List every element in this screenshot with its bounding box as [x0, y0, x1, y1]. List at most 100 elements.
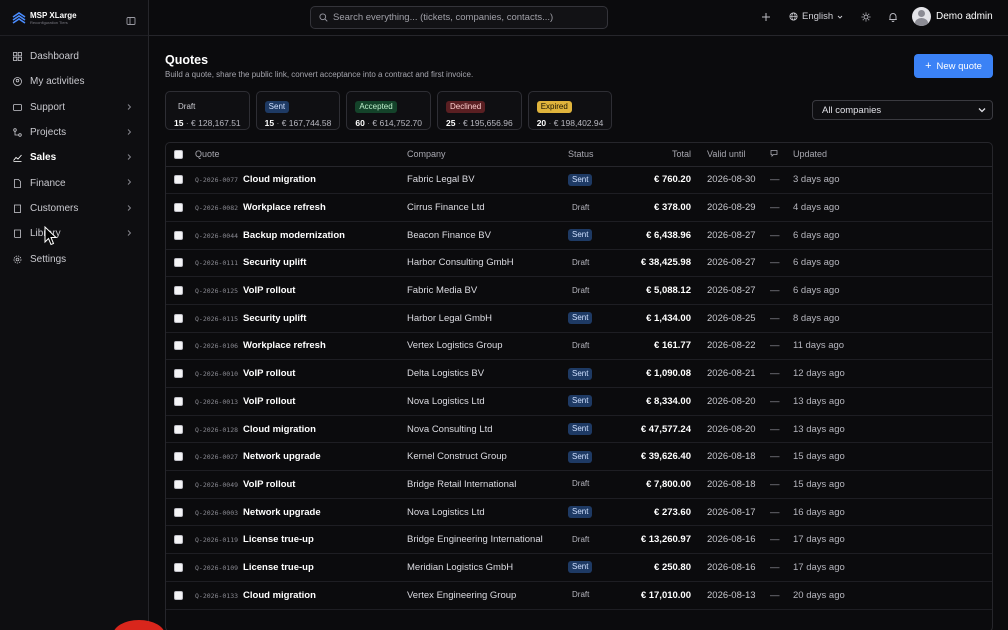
row-checkbox[interactable]: [174, 230, 183, 240]
quote-cell[interactable]: Q-2026-0049 VoIP rollout: [193, 470, 407, 499]
stat-card-declined[interactable]: Declined 25 · € 195,656.96: [437, 91, 522, 130]
row-checkbox[interactable]: [174, 590, 183, 600]
company-filter-select[interactable]: All companies: [812, 100, 993, 120]
table-row[interactable]: Q-2026-0003 Network upgrade Nova Logistics…: [166, 498, 992, 527]
table-row[interactable]: Q-2026-0111 Security uplift Harbor Consult…: [166, 249, 992, 278]
quote-cell[interactable]: Q-2026-0027 Network upgrade: [193, 442, 407, 472]
table-row[interactable]: Q-2026-0044 Backup modernization Beacon Fi…: [166, 221, 992, 250]
table-row[interactable]: Q-2026-0082 Workplace refresh Cirrus Finan…: [166, 193, 992, 222]
sidebar-item-finance[interactable]: Finance: [0, 170, 148, 195]
comments-cell: —: [770, 525, 793, 555]
sidebar-item-customers[interactable]: Customers: [0, 196, 148, 221]
row-checkbox[interactable]: [174, 313, 183, 323]
row-checkbox[interactable]: [174, 175, 183, 185]
quote-cell[interactable]: Q-2026-0125 VoIP rollout: [193, 276, 407, 305]
table-row[interactable]: Q-2026-0027 Network upgrade Kernel Constru…: [166, 442, 992, 472]
quote-cell[interactable]: Q-2026-0133 Cloud migration: [193, 581, 407, 610]
search-input[interactable]: [333, 12, 603, 23]
table-row[interactable]: Q-2026-0125 VoIP rollout Fabric Media BV Dr…: [166, 276, 992, 305]
sidebar-item-sales[interactable]: Sales: [0, 145, 148, 170]
column-header-status[interactable]: Status: [568, 143, 616, 167]
column-header-company[interactable]: Company: [407, 143, 568, 167]
row-checkbox[interactable]: [174, 369, 183, 379]
quote-name[interactable]: VoIP rollout: [243, 396, 295, 407]
sidebar-item-dashboard[interactable]: Dashboard: [0, 44, 148, 69]
quote-name[interactable]: Workplace refresh: [243, 340, 326, 351]
quote-name[interactable]: License true-up: [243, 562, 314, 573]
row-checkbox[interactable]: [174, 203, 183, 213]
quote-cell[interactable]: Q-2026-0111 Security uplift: [193, 249, 407, 278]
table-row[interactable]: Q-2026-0010 VoIP rollout Delta Logistics B…: [166, 359, 992, 388]
row-checkbox[interactable]: [174, 507, 183, 517]
column-header-total[interactable]: Total: [616, 143, 691, 167]
quote-name[interactable]: VoIP rollout: [243, 368, 295, 379]
user-menu[interactable]: Demo admin: [912, 7, 993, 26]
table-row[interactable]: Q-2026-0109 License true-up Meridian Logis…: [166, 553, 992, 582]
row-checkbox[interactable]: [174, 396, 183, 406]
quote-name[interactable]: VoIP rollout: [243, 479, 295, 490]
language-selector[interactable]: English: [789, 11, 847, 22]
quote-cell[interactable]: Q-2026-0128 Cloud migration: [193, 415, 407, 444]
plus-icon[interactable]: [761, 12, 771, 22]
column-header-updated[interactable]: Updated: [793, 143, 992, 167]
stat-card-draft[interactable]: Draft 15 · € 128,167.51: [165, 91, 250, 130]
quote-name[interactable]: Security uplift: [243, 257, 306, 268]
table-body: Q-2026-0077 Cloud migration Fabric Legal B…: [166, 166, 992, 610]
row-checkbox[interactable]: [174, 562, 183, 572]
stat-card-accepted[interactable]: Accepted 60 · € 614,752.70: [346, 91, 432, 130]
table-row[interactable]: Q-2026-0049 VoIP rollout Bridge Retail Int…: [166, 470, 992, 499]
select-all-checkbox[interactable]: [174, 150, 183, 160]
sidebar-item-library[interactable]: Library: [0, 221, 148, 246]
row-checkbox[interactable]: [174, 452, 183, 462]
stat-card-expired[interactable]: Expired 20 · € 198,402.94: [527, 91, 613, 130]
column-header-quote[interactable]: Quote: [193, 143, 407, 167]
table-row[interactable]: Q-2026-0106 Workplace refresh Vertex Logis…: [166, 332, 992, 361]
new-quote-button[interactable]: + New quote: [914, 54, 993, 78]
table-row[interactable]: Q-2026-0013 VoIP rollout Nova Logistics Lt…: [166, 387, 992, 416]
quote-cell[interactable]: Q-2026-0013 VoIP rollout: [193, 387, 407, 416]
quote-name[interactable]: Cloud migration: [243, 424, 316, 435]
table-row[interactable]: Q-2026-0115 Security uplift Harbor Legal G…: [166, 304, 992, 333]
sidebar-item-projects[interactable]: Projects: [0, 120, 148, 145]
row-checkbox[interactable]: [174, 341, 183, 351]
quote-cell[interactable]: Q-2026-0044 Backup modernization: [193, 221, 407, 250]
sidebar-nav: Dashboard My activities Support Projects Sal…: [0, 36, 148, 272]
row-checkbox[interactable]: [174, 424, 183, 434]
search-box[interactable]: [310, 6, 608, 29]
sidebar-item-my-activities[interactable]: My activities: [0, 69, 148, 94]
valid-until-cell: 2026-08-18: [691, 442, 770, 472]
quote-name[interactable]: Cloud migration: [243, 174, 316, 185]
quote-name[interactable]: VoIP rollout: [243, 285, 295, 296]
sun-icon[interactable]: [861, 12, 871, 22]
quote-name[interactable]: License true-up: [243, 534, 314, 545]
bell-icon[interactable]: [888, 12, 898, 22]
row-checkbox[interactable]: [174, 258, 183, 268]
table-row[interactable]: Q-2026-0133 Cloud migration Vertex Enginee…: [166, 581, 992, 610]
stat-card-sent[interactable]: Sent 15 · € 167,744.58: [255, 91, 341, 130]
quote-name[interactable]: Workplace refresh: [243, 202, 326, 213]
quote-cell[interactable]: Q-2026-0119 License true-up: [193, 525, 407, 555]
quote-name[interactable]: Backup modernization: [243, 230, 345, 241]
row-checkbox[interactable]: [174, 479, 183, 489]
quote-name[interactable]: Security uplift: [243, 313, 306, 324]
quote-name[interactable]: Network upgrade: [243, 451, 321, 462]
sidebar-collapse-icon[interactable]: [126, 13, 136, 25]
quote-name[interactable]: Network upgrade: [243, 507, 321, 518]
table-row[interactable]: Q-2026-0128 Cloud migration Nova Consultin…: [166, 415, 992, 444]
quote-cell[interactable]: Q-2026-0082 Workplace refresh: [193, 193, 407, 222]
quote-cell[interactable]: Q-2026-0003 Network upgrade: [193, 498, 407, 527]
quote-cell[interactable]: Q-2026-0010 VoIP rollout: [193, 359, 407, 388]
row-checkbox[interactable]: [174, 535, 183, 545]
row-checkbox[interactable]: [174, 286, 183, 296]
quote-cell[interactable]: Q-2026-0077 Cloud migration: [193, 166, 407, 195]
quote-cell[interactable]: Q-2026-0106 Workplace refresh: [193, 332, 407, 361]
quote-cell[interactable]: Q-2026-0115 Security uplift: [193, 304, 407, 333]
quote-name[interactable]: Cloud migration: [243, 590, 316, 601]
table-row[interactable]: Q-2026-0119 License true-up Bridge Enginee…: [166, 525, 992, 555]
brand[interactable]: MSP XLarge Reconfiguration Tiers: [0, 0, 148, 36]
table-row[interactable]: Q-2026-0077 Cloud migration Fabric Legal B…: [166, 166, 992, 195]
quote-cell[interactable]: Q-2026-0109 License true-up: [193, 553, 407, 582]
sidebar-item-settings[interactable]: Settings: [0, 246, 148, 271]
column-header-valid-until[interactable]: Valid until: [691, 143, 770, 167]
sidebar-item-support[interactable]: Support: [0, 95, 148, 120]
